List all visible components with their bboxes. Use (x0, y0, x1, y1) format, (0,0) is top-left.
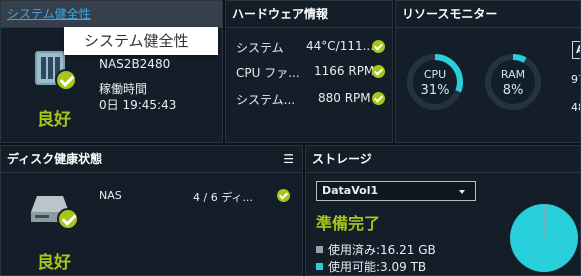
hardware-row-cpu-fan: CPU ファ... 1166 RPM (236, 64, 385, 81)
disk-ok-check-icon (57, 208, 79, 230)
volume-select-value: DataVol1 (322, 184, 379, 197)
system-health-panel: システム健全性 NAS2B2480 稼働時間 0日 19:45:43 良好 (0, 0, 223, 143)
resource-side-value-2: 48 (571, 101, 580, 114)
hardware-row-label: CPU ファ... (236, 66, 300, 80)
storage-pie-chart (510, 198, 578, 274)
storage-header: ストレージ (306, 146, 580, 173)
system-ok-check-icon (55, 69, 77, 91)
cpu-value: 31% (420, 83, 450, 98)
disk-health-title: ディスク健康状態 (7, 152, 103, 166)
hardware-row-system-fan: システム... 880 RPM (236, 91, 385, 108)
check-icon (372, 40, 385, 53)
cpu-label: CPU (423, 68, 447, 81)
free-swatch (316, 263, 323, 270)
storage-panel: ストレージ DataVol1 準備完了 使用済み:16.21 GB 使用可能:3… (305, 145, 581, 276)
ram-gauge: RAM 8% (484, 53, 542, 111)
system-status: 良好 (37, 110, 71, 130)
storage-used-text: 使用済み:16.21 GB (328, 243, 436, 257)
system-health-tooltip: システム健全性 (64, 27, 218, 55)
hardware-row-value: 1166 RPM (314, 64, 375, 78)
storage-free-legend: 使用可能:3.09 TB (316, 258, 426, 275)
hardware-info-panel: ハードウェア情報 システム 44°C/111... CPU ファ... 1166… (225, 0, 393, 143)
resource-side-button[interactable]: A (572, 41, 580, 59)
disk-count-check-icon (277, 189, 290, 202)
system-health-title-link[interactable]: システム健全性 (7, 7, 91, 21)
storage-status: 準備完了 (316, 214, 381, 233)
uptime-value: 0日 19:45:43 (99, 98, 177, 112)
uptime-label: 稼働時間 (99, 82, 148, 96)
list-menu-icon[interactable]: ☰ (283, 146, 294, 173)
disk-health-header: ディスク健康状態 ☰ (1, 146, 302, 173)
hardware-row-label: システム... (236, 93, 296, 107)
hardware-row-label: システム (236, 41, 284, 55)
hardware-row-value: 880 RPM (318, 91, 371, 105)
disk-health-panel: ディスク健康状態 ☰ NAS 4 / 6 ディ... 良好 (0, 145, 303, 276)
storage-used-legend: 使用済み:16.21 GB (316, 241, 436, 258)
nas-device-icon (29, 49, 77, 91)
chevron-down-icon (459, 190, 465, 194)
hardware-info-header: ハードウェア情報 (226, 1, 392, 28)
hardware-row-system-temp: システム 44°C/111... (236, 39, 385, 56)
volume-select[interactable]: DataVol1 (316, 181, 476, 201)
disk-status: 良好 (37, 253, 71, 273)
resource-monitor-panel: リソースモニター CPU 31% RAM 8% A 97 48 (395, 0, 581, 143)
disk-name: NAS (99, 189, 122, 202)
check-icon (372, 92, 385, 105)
resource-side-value-1: 97 (571, 73, 580, 86)
ram-value: 8% (502, 83, 524, 98)
storage-free-text: 使用可能:3.09 TB (328, 260, 427, 274)
device-name: NAS2B2480 (99, 57, 171, 71)
hardware-row-value: 44°C/111... (306, 39, 375, 53)
disk-icon (29, 190, 79, 230)
cpu-gauge: CPU 31% (406, 53, 464, 111)
system-health-header: システム健全性 (1, 1, 222, 28)
check-icon (372, 65, 385, 78)
resource-monitor-header: リソースモニター (396, 1, 580, 28)
used-swatch (316, 246, 323, 253)
disk-count: 4 / 6 ディ... (193, 191, 253, 204)
ram-label: RAM (500, 68, 526, 81)
